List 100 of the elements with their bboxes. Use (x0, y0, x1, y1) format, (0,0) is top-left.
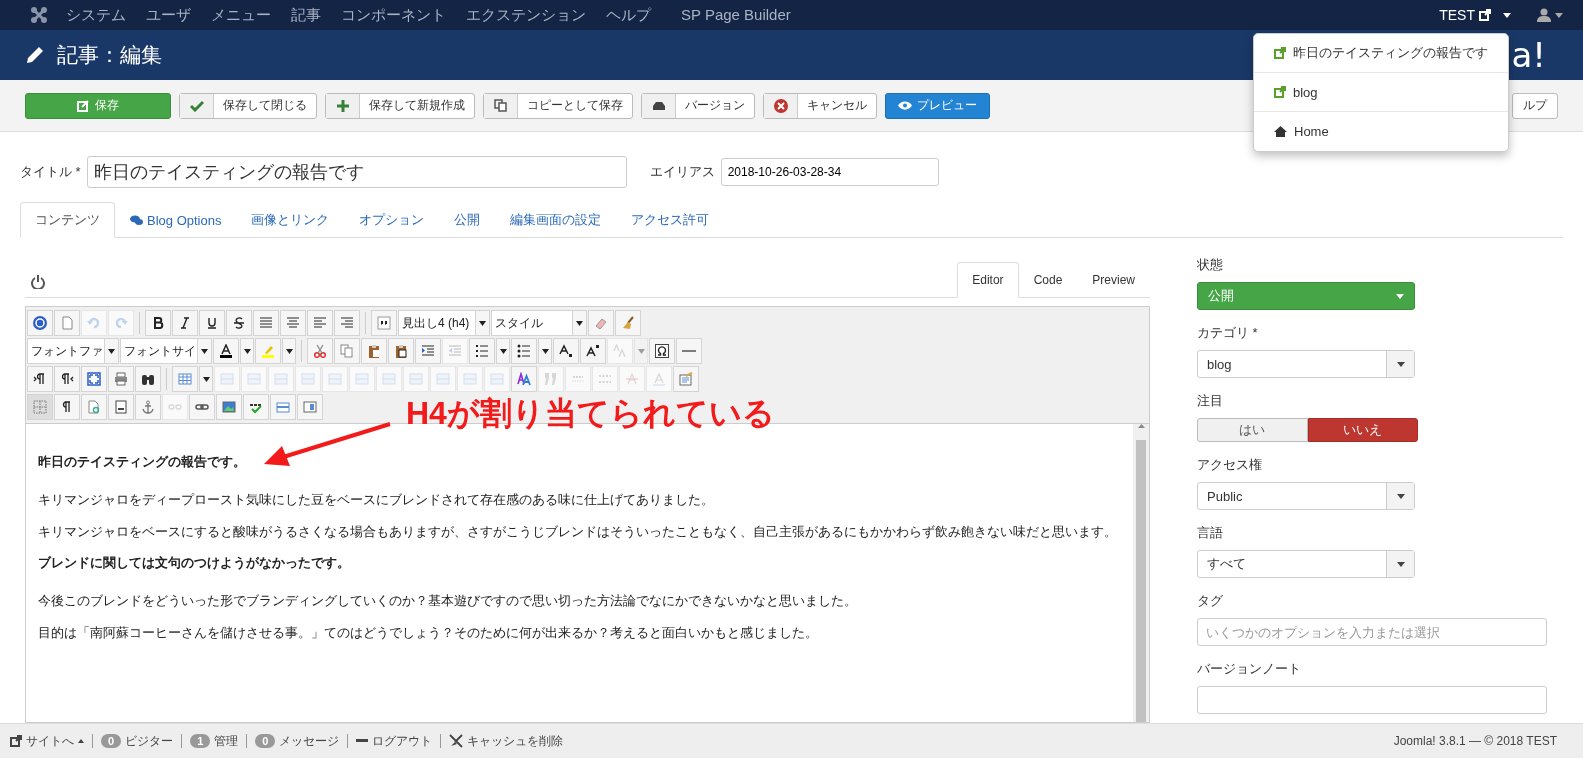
caret-icon (1396, 361, 1405, 367)
caret-icon (1396, 293, 1404, 299)
dropdown-arrow-button[interactable] (240, 338, 254, 364)
editor-tool-button[interactable] (27, 366, 53, 392)
status-link[interactable]: ビジター (125, 732, 174, 750)
menu-item[interactable]: Home (1254, 112, 1508, 151)
status-link[interactable]: メッセージ (279, 732, 340, 750)
tab[interactable]: 公開 (439, 202, 496, 238)
numbered-list-icon (475, 344, 489, 358)
toolbar-button[interactable]: 保存して閉じる (179, 92, 317, 119)
toggle-option[interactable]: はい (1197, 418, 1308, 442)
site-link[interactable]: サイトへ (26, 732, 74, 750)
toolbar-button[interactable]: コピーとして保存 (483, 92, 633, 119)
menu-item[interactable]: メニュー (211, 5, 271, 25)
paragraph-text: 今後このブレンドをどういった形でブランディングしていくのか？基本遊びですので思い切った方法論でなにかできないかなと思いました。 (38, 592, 858, 610)
power-icon (31, 275, 45, 289)
editor-tool-button[interactable] (553, 338, 579, 364)
toolbar-button[interactable]: キャンセル (763, 92, 877, 119)
editor-tool-button[interactable] (54, 366, 80, 392)
menu-item[interactable]: 記事 (291, 5, 321, 25)
status-link[interactable]: ログアウト (372, 732, 433, 750)
editor-tool-button[interactable] (226, 310, 252, 336)
alias-field[interactable]: 2018-10-26-03-28-34 (720, 158, 939, 186)
field-label: カテゴリ * (1197, 324, 1259, 342)
dropdown-arrow-button[interactable] (199, 366, 213, 392)
clipboard-icon (367, 344, 381, 358)
paragraph-text: 目的は「南阿蘇コーヒーさんを儲けさせる事。」てのはどうでしょう？そのために何が出来るか？考えると面白いかもと感じました。 (38, 624, 819, 642)
editor-tool-button[interactable] (649, 338, 675, 364)
table-cell-icon (328, 372, 342, 386)
image-icon (222, 400, 236, 414)
editor-tool-button[interactable] (580, 338, 606, 364)
menu-item[interactable]: エクステンション (466, 5, 586, 25)
tab[interactable]: コンテンツ (20, 202, 115, 238)
menu-item[interactable]: ヘルプ (606, 5, 651, 25)
menu-item[interactable]: 昨日のテイスティングの報告です (1254, 34, 1508, 73)
highlight-icon (261, 344, 275, 358)
editor-tool-button[interactable] (199, 310, 225, 336)
editor-mode-tab[interactable]: Code (1018, 262, 1078, 298)
table-cell-icon (409, 372, 423, 386)
site-link[interactable]: TEST (1439, 7, 1475, 23)
dropdown-arrow-button[interactable] (282, 338, 296, 364)
select-field[interactable]: すべて (1197, 550, 1415, 578)
caret-icon (202, 376, 210, 382)
format-dropdown[interactable]: 見出し4 (h4) (398, 310, 490, 336)
select-field[interactable]: Public (1197, 482, 1415, 510)
underline-icon (205, 316, 219, 330)
document-icon (60, 316, 74, 330)
tab[interactable]: 画像とリンク (236, 202, 345, 238)
format-dropdown[interactable]: フォントサイ (120, 338, 212, 364)
table-cell-icon (247, 372, 261, 386)
count-badge: 1 (190, 734, 211, 748)
menu-item[interactable]: システム (66, 5, 126, 25)
paragraph-text: キリマンジャロをディープロースト気味にした豆をベースにブレンドされて存在感のある味に仕上げてありました。 (38, 491, 715, 509)
caret-icon (1503, 12, 1511, 18)
field-label: アクセス権 (1197, 456, 1263, 474)
editor-mode-tab[interactable]: Preview (1077, 262, 1150, 298)
title-field[interactable]: 昨日のテイスティングの報告です (86, 156, 627, 188)
menu-item[interactable]: blog (1254, 73, 1508, 112)
editor-mode-tab[interactable]: Editor (957, 262, 1019, 298)
toolbar-button[interactable]: 保存して新規作成 (325, 92, 475, 119)
toolbar-button[interactable]: バージョン (641, 92, 755, 119)
editor-tool-button[interactable] (172, 310, 198, 336)
table-cell-icon (301, 372, 315, 386)
caret-icon (637, 348, 645, 354)
editor-tool-button[interactable] (243, 394, 269, 420)
dropdown-arrow-button[interactable] (538, 338, 552, 364)
status-link[interactable]: 管理 (214, 732, 239, 750)
editor-tool-button[interactable] (145, 310, 171, 336)
table-cell-icon (355, 372, 369, 386)
status-link[interactable]: キャッシュを削除 (467, 732, 564, 750)
editor-tool-button[interactable] (213, 338, 239, 364)
caret-up-icon (78, 739, 84, 743)
editor-tool-button[interactable] (135, 366, 161, 392)
editor-tool-button[interactable] (54, 394, 80, 420)
select-field[interactable]: blog (1197, 350, 1415, 378)
format-dropdown[interactable]: フォントファ (27, 338, 119, 364)
menu-item[interactable]: ユーザ (146, 5, 191, 25)
tab[interactable]: アクセス許可 (616, 202, 725, 238)
anchor-icon (141, 400, 155, 414)
text-field[interactable]: いくつかのオプションを入力または選択 (1197, 618, 1547, 646)
help-button[interactable]: ルプ (1512, 92, 1558, 119)
template-icon (679, 372, 693, 386)
caret-icon (499, 348, 507, 354)
menu-item[interactable]: SP Page Builder (681, 5, 791, 25)
toggle-option[interactable]: いいえ (1307, 418, 1418, 442)
alias-label: エイリアス (649, 163, 715, 181)
text-field[interactable] (1197, 686, 1547, 714)
menu-item[interactable]: コンポーネント (341, 5, 446, 25)
printer-icon (114, 372, 128, 386)
format-dropdown[interactable]: スタイル (491, 310, 587, 336)
tab[interactable]: 編集画面の設定 (495, 202, 617, 238)
tab[interactable]: オプション (344, 202, 440, 238)
caret-icon (1555, 12, 1563, 18)
strikethrough-icon (232, 316, 246, 330)
preview-button[interactable]: プレビュー (885, 92, 990, 119)
tab[interactable]: Blog Options (115, 202, 237, 238)
scrollbar[interactable] (1133, 424, 1149, 722)
editor-tool-button[interactable] (388, 338, 414, 364)
clipboard-icon (394, 344, 408, 358)
dropdown-arrow-button[interactable] (496, 338, 510, 364)
